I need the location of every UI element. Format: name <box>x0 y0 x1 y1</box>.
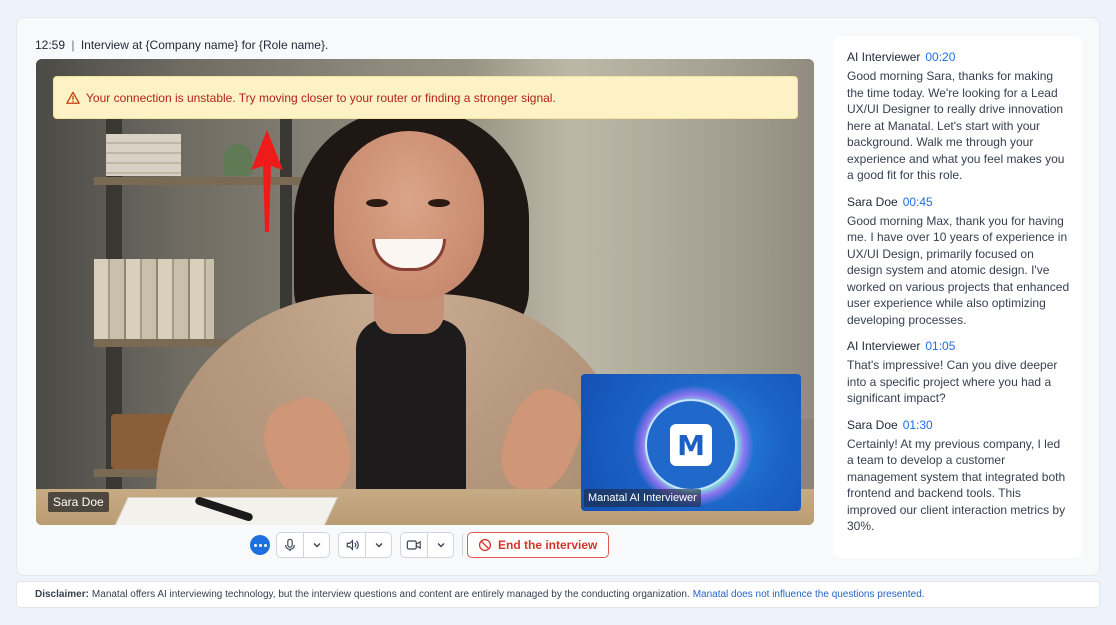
speaker-icon <box>346 539 359 551</box>
disclaimer-link[interactable]: Manatal does not influence the questions… <box>693 589 925 600</box>
end-interview-label: End the interview <box>498 538 598 552</box>
pointer-arrow-icon <box>251 130 283 232</box>
title-separator: | <box>71 38 75 52</box>
message-text: That's impressive! Can you dive deeper i… <box>847 358 1058 405</box>
participant-name-tag: Sara Doe <box>48 492 109 512</box>
disclaimer-label: Disclaimer: <box>35 589 89 600</box>
message-speaker: Sara Doe <box>847 417 898 432</box>
ai-name-tag: Manatal AI Interviewer <box>584 489 701 507</box>
transcript-message: AI Interviewer 01:05 That's impressive! C… <box>847 339 1070 407</box>
warning-triangle-icon <box>66 91 80 104</box>
chevron-down-icon <box>437 543 444 548</box>
alert-message: Your connection is unstable. Try moving … <box>86 90 556 105</box>
transcript-message: Sara Doe 01:30 Certainly! At my previous … <box>847 418 1070 535</box>
camera-icon <box>406 540 421 550</box>
message-time: 01:30 <box>902 417 933 432</box>
message-speaker: AI Interviewer <box>847 50 921 64</box>
person-eye <box>366 199 388 207</box>
interview-title: Interview at {Company name} for {Role na… <box>80 38 329 52</box>
plant-pot <box>224 144 252 176</box>
connection-alert: Your connection is unstable. Try moving … <box>53 76 798 119</box>
microphone-menu-button[interactable] <box>303 533 329 557</box>
ai-avatar: M <box>645 399 737 491</box>
more-dots-icon <box>253 543 257 547</box>
message-time: 00:20 <box>925 50 956 64</box>
message-text: Good morning Max, thank you for having m… <box>847 213 1070 327</box>
message-speaker: AI Interviewer <box>847 339 921 353</box>
speaker-menu-button[interactable] <box>365 533 391 557</box>
transcript-message: AI Interviewer 00:20 Good morning Sara, t… <box>847 50 1070 184</box>
disclaimer-text: Manatal offers AI interviewing technolog… <box>91 589 690 600</box>
message-speaker: Sara Doe <box>847 194 898 209</box>
prohibit-icon <box>478 538 492 552</box>
transcript-message: Sara Doe 00:45 Good morning Max, thank yo… <box>847 195 1070 329</box>
microphone-icon <box>285 538 295 552</box>
microphone-control <box>276 532 330 558</box>
more-options-button[interactable] <box>250 535 270 555</box>
camera-menu-button[interactable] <box>427 533 453 557</box>
disclaimer-bar: Disclaimer: Manatal offers AI interviewi… <box>16 581 1100 608</box>
page-title: 12:59 | Interview at {Company name} for … <box>35 38 328 52</box>
microphone-button[interactable] <box>277 533 303 557</box>
end-interview-button[interactable]: End the interview <box>467 532 610 558</box>
speaker-control <box>338 532 392 558</box>
message-time: 01:05 <box>925 339 956 353</box>
camera-button[interactable] <box>401 533 427 557</box>
person-eye <box>428 199 450 207</box>
shelf <box>94 177 324 185</box>
person-face <box>334 131 484 301</box>
message-time: 00:45 <box>902 194 933 209</box>
message-text: Certainly! At my previous company, I led… <box>847 436 1066 534</box>
speaker-button[interactable] <box>339 533 365 557</box>
controls-divider <box>462 534 463 556</box>
interview-timer: 12:59 <box>35 38 66 52</box>
books <box>94 259 214 339</box>
transcript-panel[interactable]: AI Interviewer 00:20 Good morning Sara, t… <box>833 36 1082 558</box>
call-controls: End the interview <box>250 532 610 558</box>
book-stack <box>106 134 181 176</box>
camera-control <box>400 532 454 558</box>
message-text: Good morning Sara, thanks for making the… <box>847 69 1065 182</box>
manatal-logo-icon: M <box>670 424 712 466</box>
chevron-down-icon <box>375 543 382 548</box>
chevron-down-icon <box>313 543 320 548</box>
